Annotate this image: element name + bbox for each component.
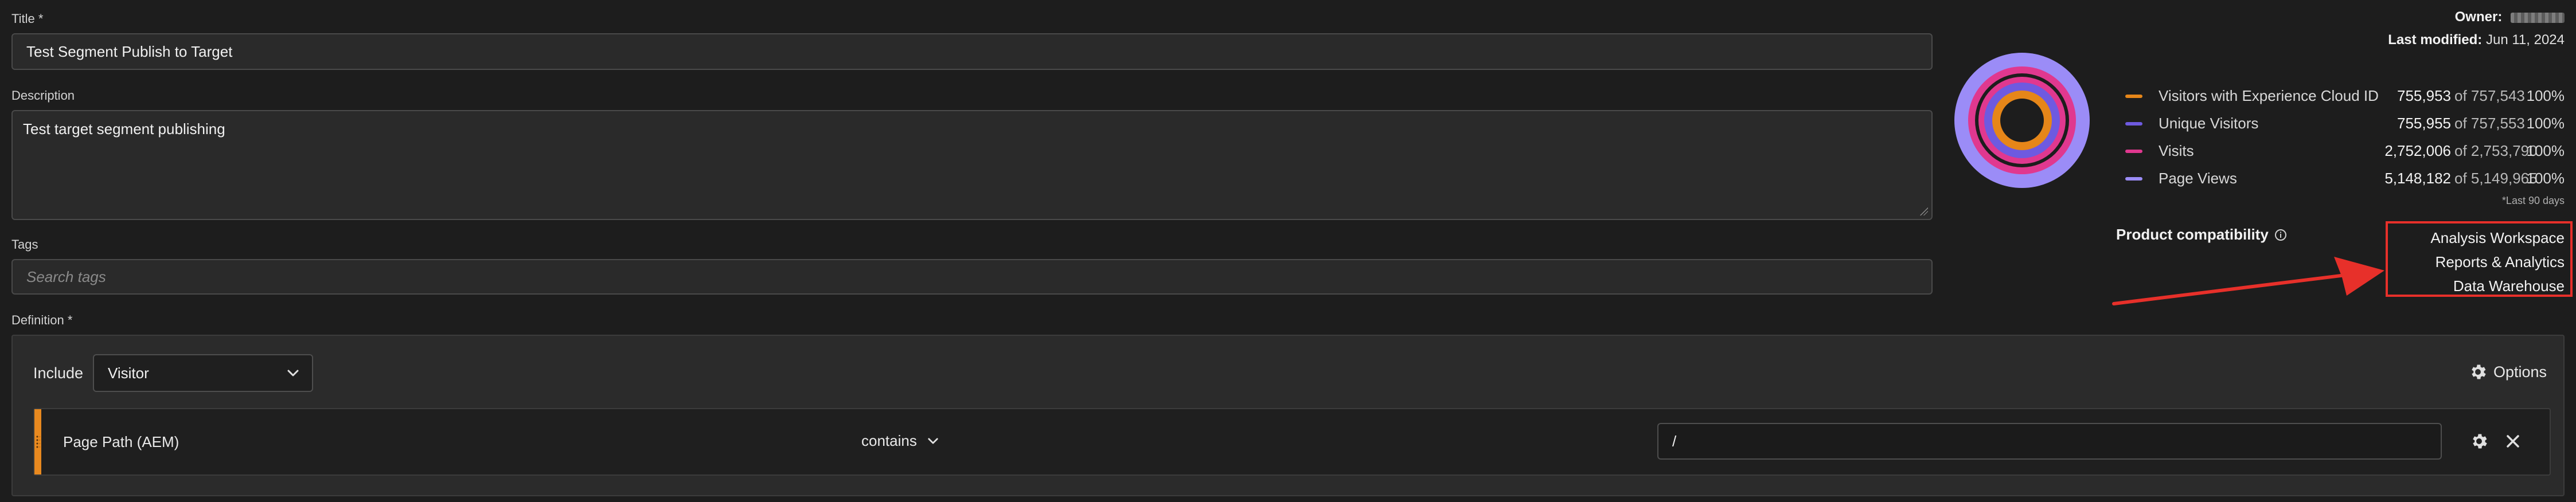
options-label: Options [2493,363,2547,381]
legend-metric-value: 2,752,006 [2384,142,2451,159]
legend-item: Visits 2,752,006 of 2,753,790 100% [2125,141,2565,164]
definition-label: Definition * [11,313,73,327]
resize-grip-icon[interactable] [1920,207,1928,215]
legend-metric-total: of 5,149,965 [2454,170,2538,187]
legend-metric-value: 755,955 [2397,115,2451,132]
gear-icon[interactable] [2469,432,2489,451]
legend-metric-percent: 100% [2526,170,2565,187]
close-icon[interactable] [2505,433,2521,449]
legend-metric-name: Visits [2159,142,2194,159]
legend-swatch [2125,150,2142,153]
last-modified-label: Last modified: [2388,32,2483,48]
title-input[interactable]: Test Segment Publish to Target [11,33,1933,70]
rule-value-input[interactable]: / [1657,423,2442,460]
legend-metric-percent: 100% [2526,142,2565,159]
gear-icon [2472,364,2486,379]
owner-label: Owner: [2454,9,2503,25]
description-label: Description [11,88,75,103]
legend-metric-value: 755,953 [2397,87,2451,104]
rule-value: / [1672,432,1677,450]
operator-value: contains [861,432,917,449]
info-icon[interactable] [2274,229,2287,241]
title-label: Title * [11,11,44,26]
legend-item: Page Views 5,148,182 of 5,149,965 100% [2125,168,2565,191]
legend-swatch [2125,122,2142,126]
product-compat-list: Analysis Workspace Reports & Analytics D… [2430,226,2565,298]
owner-row: Owner: [2455,9,2565,25]
legend-metric-percent: 100% [2526,115,2565,132]
legend-swatch [2125,177,2142,181]
operator-dropdown[interactable]: contains [861,432,939,450]
container-type-select[interactable]: Visitor [93,354,313,392]
product-analysis-workspace: Analysis Workspace [2430,229,2565,246]
options-button[interactable]: Options [2468,362,2547,382]
tags-placeholder: Search tags [26,268,106,285]
container-type-value: Visitor [108,364,149,382]
definition-container: Include Visitor Options Page Path (AEM) … [11,335,2565,496]
tags-label: Tags [11,237,38,252]
drag-handle-icon[interactable] [34,409,41,474]
metrics-ring-chart [1954,53,2090,188]
legend-metric-name: Visitors with Experience Cloud ID [2159,87,2379,104]
rule-row: Page Path (AEM) contains / [33,408,2551,476]
product-compat-label: Product compatibility [2116,226,2287,244]
product-data-warehouse: Data Warehouse [2453,277,2565,295]
legend-item: Visitors with Experience Cloud ID 755,95… [2125,86,2565,109]
description-textarea[interactable]: Test target segment publishing [11,110,1933,220]
tags-search-input[interactable]: Search tags [11,259,1933,295]
legend-metric-name: Unique Visitors [2159,115,2259,132]
legend-swatch [2125,95,2142,98]
legend-metric-total: of 757,543 [2454,87,2525,104]
last-90-days-note: *Last 90 days [2501,195,2565,206]
description-value: Test target segment publishing [23,120,225,138]
rule-dimension: Page Path (AEM) [63,433,179,450]
include-label: Include [33,364,84,382]
annotation-arrow-icon [2112,257,2384,305]
chevron-down-icon [928,438,938,444]
product-compat-text: Product compatibility [2116,226,2269,243]
last-modified-value: Jun 11, 2024 [2485,32,2565,48]
legend-metric-total: of 757,553 [2454,115,2525,132]
title-input-value: Test Segment Publish to Target [26,42,233,60]
owner-avatar-redacted [2511,12,2565,23]
chevron-down-icon [287,370,299,376]
product-reports-analytics: Reports & Analytics [2435,253,2565,270]
legend-metric-name: Page Views [2159,170,2237,187]
legend-metric-value: 5,148,182 [2384,170,2451,187]
legend-metric-percent: 100% [2526,87,2565,104]
legend-metric-total: of 2,753,790 [2454,142,2538,159]
legend-item: Unique Visitors 755,955 of 757,553 100% [2125,113,2565,136]
last-modified-row: Last modified: Jun 11, 2024 [2388,32,2565,48]
